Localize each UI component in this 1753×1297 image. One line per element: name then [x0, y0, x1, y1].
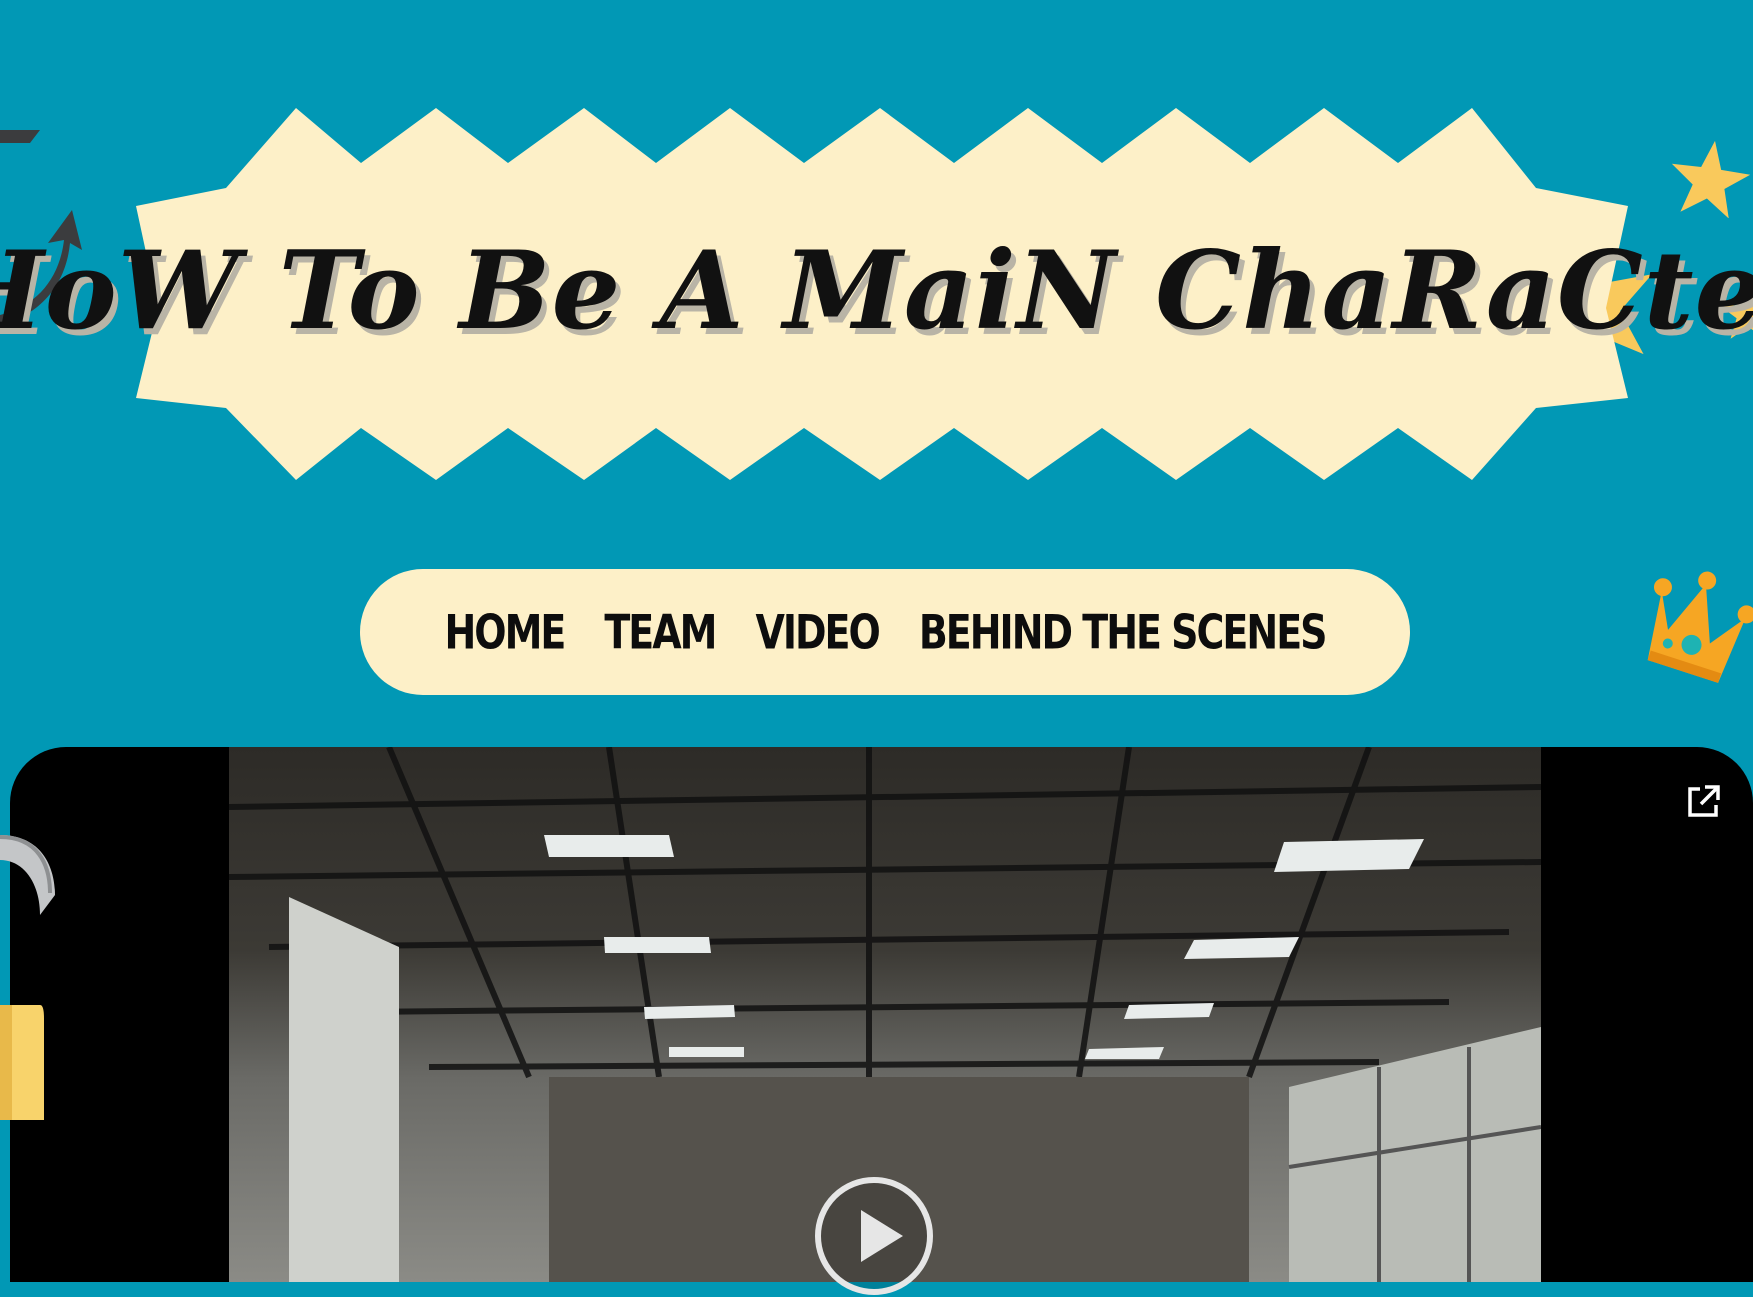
play-icon[interactable] [813, 1175, 935, 1297]
crown-icon [1647, 571, 1753, 683]
lock-icon [0, 835, 55, 1120]
title-banner: HoW To Be A MaiN ChaRaCter [0, 98, 1753, 484]
main-nav: HOME TEAM VIDEO BEHIND THE SCENES [360, 569, 1410, 695]
nav-video-link[interactable]: VIDEO [755, 605, 880, 660]
nav-home-link[interactable]: HOME [444, 605, 566, 660]
nav-team-link[interactable]: TEAM [604, 605, 717, 660]
external-link-icon[interactable] [1684, 783, 1722, 821]
nav-behind-the-scenes-link[interactable]: BEHIND THE SCENES [919, 605, 1328, 660]
star-icon [1671, 140, 1751, 218]
page-title: HoW To Be A MaiN ChaRaCter [0, 228, 1753, 354]
